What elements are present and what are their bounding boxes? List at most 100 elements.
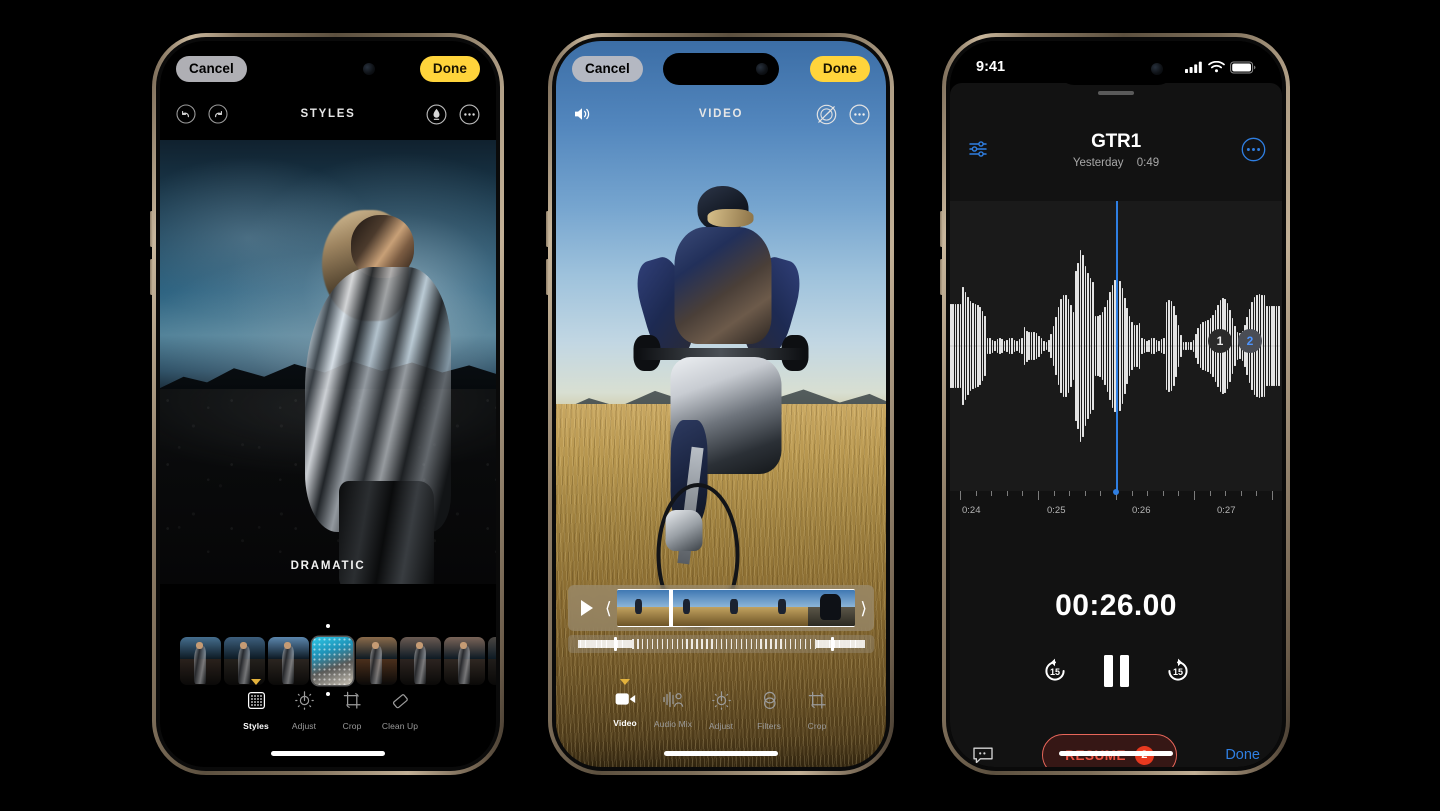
redo-icon[interactable]: [208, 104, 228, 124]
tool-filters[interactable]: Filters: [745, 690, 793, 731]
style-thumb-4[interactable]: [312, 637, 353, 685]
waveform-bar: [1180, 334, 1182, 346]
markup-icon[interactable]: [426, 104, 447, 125]
tool-adjust[interactable]: Adjust: [280, 690, 328, 731]
waveform-bar: [1275, 306, 1278, 346]
segment-chip-1[interactable]: 1: [1208, 329, 1232, 353]
waveform-bar: [1199, 346, 1202, 368]
style-thumb-8[interactable]: [488, 637, 496, 685]
thumb-ground: [488, 659, 496, 685]
skip-back-15-icon[interactable]: 15: [1040, 656, 1070, 686]
phone-2-volume-buttons[interactable]: [546, 211, 549, 247]
waveform-bar: [1141, 346, 1143, 354]
waveform-bar: [1224, 346, 1226, 394]
video-filmstrip-row[interactable]: ⟨ ⟩: [568, 585, 874, 631]
scrubber-tick: [681, 639, 683, 649]
video-frame[interactable]: [807, 590, 856, 626]
rider-boot: [665, 510, 703, 551]
crop-icon: [807, 690, 828, 711]
segment-chip-2[interactable]: 2: [1238, 329, 1262, 353]
memo-subtitle: Yesterday 0:49: [950, 157, 1282, 169]
undo-icon[interactable]: [176, 104, 196, 124]
video-frames[interactable]: [616, 589, 856, 627]
waveform-bar: [1150, 338, 1153, 346]
phone-3-volume-down-button[interactable]: [940, 259, 943, 295]
tool-crop[interactable]: Crop: [793, 690, 841, 731]
waveform-bar: [1133, 346, 1136, 368]
segment-chips[interactable]: 1 2: [1208, 329, 1262, 353]
skip-forward-15-icon[interactable]: 15: [1163, 656, 1193, 686]
style-thumb-7[interactable]: [444, 637, 485, 685]
scrubber-tick: [760, 639, 762, 649]
video-canvas[interactable]: [556, 41, 886, 767]
tool-video[interactable]: Video: [601, 679, 649, 731]
scrubber-left-handle[interactable]: [613, 637, 617, 651]
video-frame[interactable]: [712, 590, 760, 626]
phone-1-home-indicator[interactable]: [271, 751, 385, 756]
trim-handle-right-icon[interactable]: ⟩: [859, 600, 868, 617]
waveform-bar: [967, 296, 969, 346]
waveform-bar: [1172, 346, 1175, 386]
style-thumb-3[interactable]: [268, 637, 309, 685]
style-thumb-6[interactable]: [400, 637, 441, 685]
tool-crop[interactable]: Crop: [328, 690, 376, 731]
waveform-bar: [1028, 346, 1030, 361]
scrubber-tick: [706, 639, 708, 649]
waveform-bar: [1253, 346, 1256, 395]
timeline-tick: [1272, 491, 1273, 500]
phone-2-home-indicator[interactable]: [664, 751, 778, 756]
equalizer-sliders-icon[interactable]: [968, 139, 992, 164]
style-thumb-1[interactable]: [180, 637, 221, 685]
phone-1-photos-editor: DRAMATIC Cancel Done STYLES Styles Adjus…: [150, 33, 504, 775]
tool-styles[interactable]: Styles: [232, 679, 280, 731]
waveform-bar: [1043, 346, 1045, 352]
video-timeline-editor[interactable]: ⟨ ⟩: [568, 585, 874, 653]
waveform-bar: [1077, 262, 1079, 346]
trim-handle-left-icon[interactable]: ⟨: [604, 600, 613, 617]
style-strip-indicator-top: [326, 624, 330, 628]
waveform-bar: [1155, 346, 1158, 353]
phone-1-volume-buttons[interactable]: [150, 211, 153, 247]
phone-3-home-indicator[interactable]: [1059, 751, 1173, 756]
phone-1-volume-down-button[interactable]: [150, 259, 153, 295]
more-options-icon[interactable]: [1241, 137, 1266, 167]
more-options-icon[interactable]: [459, 104, 480, 125]
done-button[interactable]: Done: [1225, 747, 1260, 763]
video-frame[interactable]: [759, 590, 808, 626]
style-thumb-5[interactable]: [356, 637, 397, 685]
video-frame[interactable]: [616, 590, 665, 626]
phone-2-volume-down-button[interactable]: [546, 259, 549, 295]
playhead-line[interactable]: [1116, 201, 1118, 491]
video-scrubber[interactable]: [568, 635, 874, 653]
transcript-icon[interactable]: [972, 745, 994, 765]
memo-timeline[interactable]: 0:24 0:25 0:26 0:27: [950, 489, 1282, 537]
phone-3-volume-buttons[interactable]: [940, 211, 943, 247]
pause-icon[interactable]: [1103, 655, 1129, 687]
scrubber-right-handle[interactable]: [831, 637, 835, 651]
video-playhead[interactable]: [669, 590, 674, 626]
timeline-tick: [960, 491, 961, 500]
scrubber-tick: [671, 639, 674, 649]
waveform-bar: [967, 346, 969, 396]
cancel-button[interactable]: Cancel: [176, 56, 247, 82]
waveform-bar: [1136, 324, 1138, 346]
style-thumbnail-strip[interactable]: [160, 624, 496, 696]
done-button[interactable]: Done: [419, 56, 480, 82]
tool-clean-up[interactable]: Clean Up: [376, 690, 424, 731]
play-button[interactable]: [574, 600, 600, 616]
video-editor-subbar: VIDEO: [556, 97, 886, 131]
photo-editor-toolbar: Styles Adjust Crop Clean Up: [160, 679, 496, 731]
cancel-button[interactable]: Cancel: [572, 56, 643, 82]
more-options-icon[interactable]: [849, 104, 870, 125]
style-thumb-2[interactable]: [224, 637, 265, 685]
tool-audio-mix[interactable]: Audio Mix: [649, 690, 697, 731]
cellular-signal-icon: [1185, 61, 1203, 73]
scrubber-tick: [631, 640, 633, 648]
photo-canvas[interactable]: DRAMATIC: [160, 140, 496, 584]
playback-speed-icon[interactable]: [816, 104, 837, 125]
done-button[interactable]: Done: [809, 56, 870, 82]
speaker-volume-icon[interactable]: [572, 104, 594, 124]
waveform-bar: [1092, 346, 1094, 411]
tool-adjust[interactable]: Adjust: [697, 690, 745, 731]
waveform-bar: [1123, 297, 1126, 346]
